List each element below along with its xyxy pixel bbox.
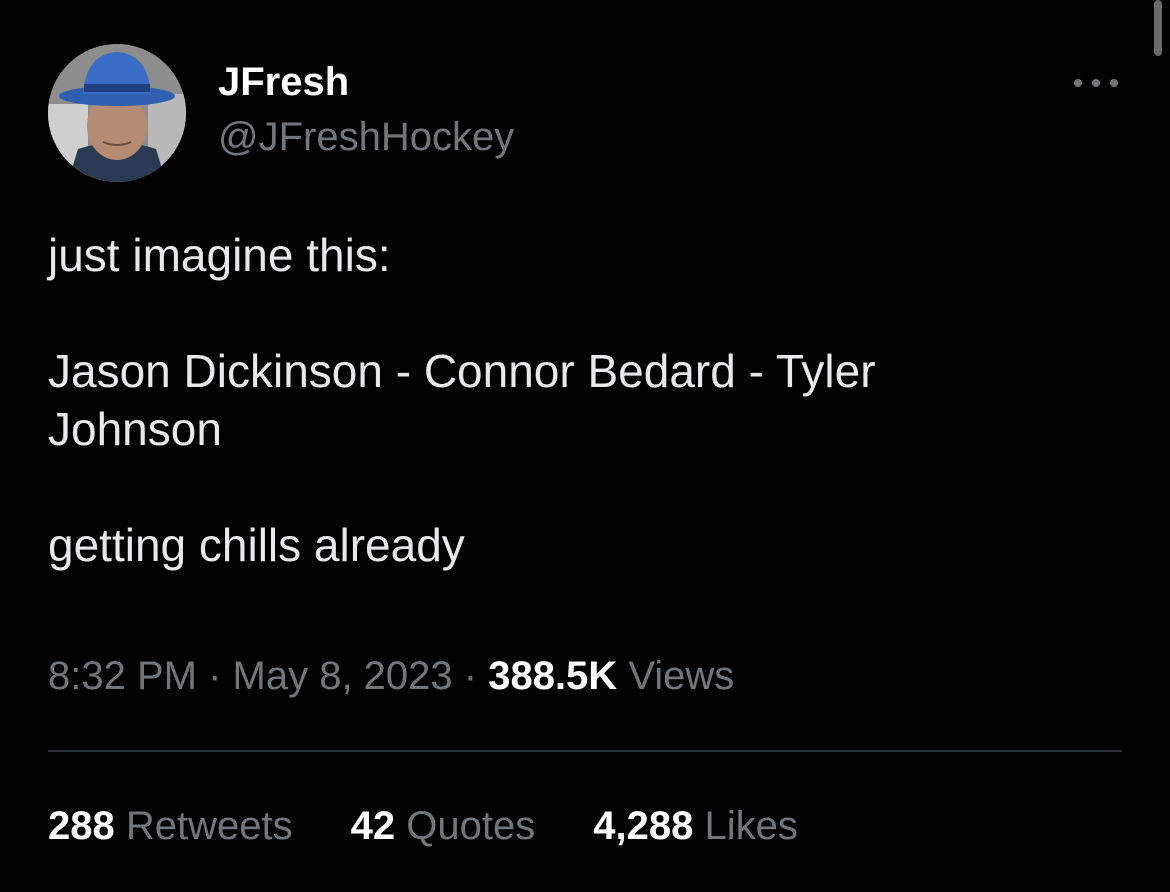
quotes-count: 42 — [350, 804, 396, 848]
dot — [1074, 79, 1082, 87]
retweets-count: 288 — [48, 804, 115, 848]
likes-stat[interactable]: 4,288 Likes — [593, 800, 798, 852]
tweet-time[interactable]: 8:32 PM — [48, 654, 197, 698]
likes-label: Likes — [704, 804, 798, 848]
tweet-line: Jason Dickinson - Connor Bedard - Tyler … — [48, 345, 876, 455]
author-handle[interactable]: @JFreshHockey — [218, 113, 514, 161]
retweets-stat[interactable]: 288 Retweets — [48, 800, 293, 852]
retweets-label: Retweets — [125, 804, 293, 848]
author-name[interactable]: JFresh — [218, 58, 349, 106]
divider — [48, 750, 1122, 752]
separator: · — [196, 654, 233, 698]
dot — [1110, 79, 1118, 87]
quotes-stat[interactable]: 42 Quotes — [351, 800, 536, 852]
more-options-icon[interactable] — [1074, 68, 1118, 98]
views-count: 388.5K — [488, 654, 618, 698]
tweet-line: just imagine this: — [48, 229, 391, 281]
views-label: Views — [628, 654, 735, 698]
tweet-meta: 8:32 PM · May 8, 2023 · 388.5K Views — [48, 650, 734, 702]
avatar[interactable] — [48, 44, 186, 182]
dot — [1092, 79, 1100, 87]
separator: · — [452, 654, 489, 698]
engagement-stats: 288 Retweets 42 Quotes 4,288 Likes — [48, 800, 856, 852]
tweet-text: just imagine this: Jason Dickinson - Con… — [48, 226, 1048, 574]
likes-count: 4,288 — [593, 804, 694, 848]
tweet-line: getting chills already — [48, 519, 465, 571]
scrollbar[interactable] — [1154, 0, 1162, 56]
quotes-label: Quotes — [406, 804, 536, 848]
avatar-image — [48, 44, 186, 182]
tweet-date[interactable]: May 8, 2023 — [233, 654, 453, 698]
